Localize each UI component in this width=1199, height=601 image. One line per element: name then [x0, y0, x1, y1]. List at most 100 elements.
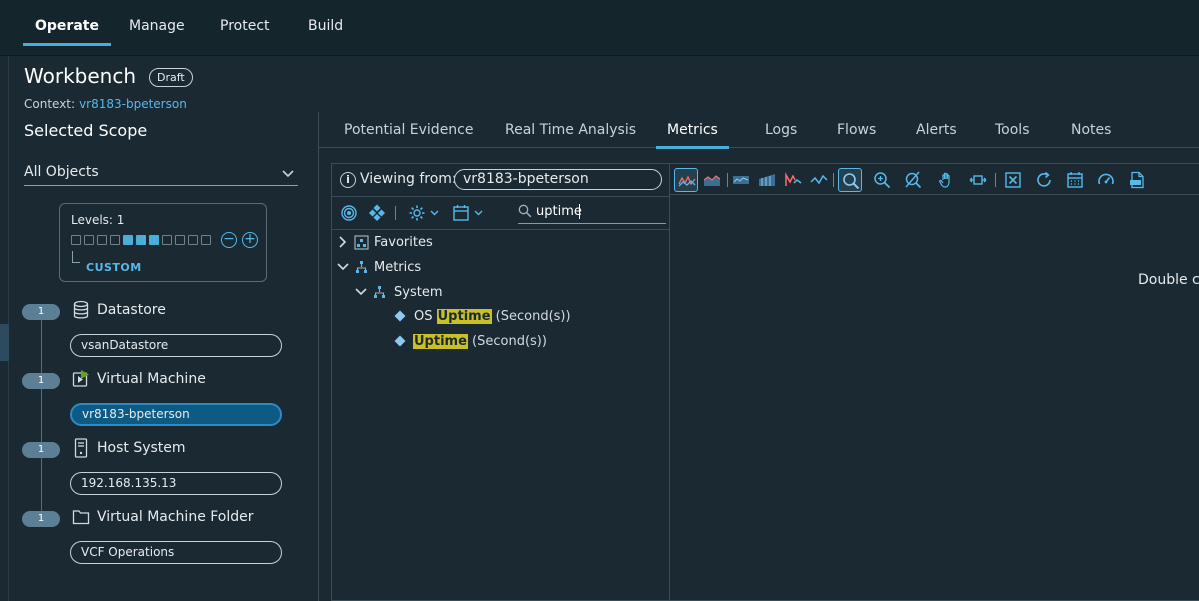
toolbar-separator — [727, 173, 728, 187]
levels-label: Levels: 1 — [71, 213, 125, 227]
tree-node-metrics[interactable]: Metrics — [337, 258, 637, 278]
tree-node-label: Metrics — [374, 260, 422, 275]
line-chart-icon — [678, 175, 696, 187]
export-excel-button[interactable] — [1001, 168, 1025, 192]
virtual-machine-icon — [72, 370, 89, 387]
tab-real-time-analysis[interactable]: Real Time Analysis — [505, 122, 636, 138]
tab-tools[interactable]: Tools — [995, 122, 1030, 138]
scope-dropdown-value: All Objects — [24, 164, 99, 180]
scope-item-field-selected[interactable]: vr8183-bpeterson — [70, 403, 282, 426]
datastore-icon — [73, 300, 89, 319]
chevron-right-icon[interactable] — [337, 235, 349, 249]
metric-group-icon — [356, 261, 367, 273]
nav-tab-operate[interactable]: Operate — [23, 0, 111, 56]
target-icon[interactable] — [340, 204, 358, 222]
refresh-icon — [1037, 171, 1051, 187]
line-chart-button[interactable] — [674, 168, 698, 192]
excel-icon — [1005, 172, 1021, 188]
dashboard-button[interactable] — [1094, 168, 1118, 192]
search-icon — [518, 204, 532, 218]
stacked-chart-button[interactable] — [700, 168, 724, 192]
context-link[interactable]: vr8183-bpeterson — [79, 97, 187, 111]
level-square[interactable] — [97, 235, 107, 245]
tab-metrics[interactable]: Metrics — [656, 122, 729, 149]
viewing-from-row: i Viewing from: vr8183-bpeterson — [332, 164, 669, 197]
tab-flows[interactable]: Flows — [837, 122, 876, 138]
levels-control: Levels: 1 − + CUSTOM — [59, 203, 267, 282]
tab-potential-evidence[interactable]: Potential Evidence — [344, 122, 474, 138]
count-badge: 1 — [22, 373, 60, 389]
level-square[interactable] — [162, 235, 172, 245]
context-line: Context: vr8183-bpeterson — [24, 97, 187, 111]
scope-dropdown[interactable]: All Objects — [24, 164, 298, 186]
viewing-from-field[interactable]: vr8183-bpeterson — [454, 169, 662, 190]
level-increase-icon[interactable]: + — [242, 232, 258, 248]
metric-diamond-icon — [394, 335, 406, 347]
bar-chart-button[interactable] — [729, 168, 753, 192]
scope-item-datastore: 1 Datastore vsanDatastore — [22, 300, 292, 362]
scope-item-label: Host System — [97, 440, 186, 456]
hierarchy-icon[interactable] — [368, 204, 386, 222]
leaf-unit: (Second(s)) — [495, 309, 571, 324]
calendar-button[interactable] — [1063, 168, 1087, 192]
chevron-down-icon[interactable] — [354, 286, 368, 298]
scope-item-virtual-machine: 1 Virtual Machine vr8183-bpeterson — [22, 370, 292, 431]
area-chart-button[interactable] — [755, 168, 779, 192]
refresh-button[interactable] — [1032, 168, 1056, 192]
level-square[interactable] — [110, 235, 120, 245]
level-square[interactable] — [175, 235, 185, 245]
export-pdf-button[interactable] — [1125, 168, 1149, 192]
level-decrease-icon[interactable]: − — [221, 232, 237, 248]
scope-item-field[interactable]: VCF Operations — [70, 541, 282, 564]
level-square-active[interactable] — [149, 235, 159, 245]
sparkline-button[interactable] — [807, 168, 831, 192]
hand-icon — [939, 172, 950, 188]
level-square-active[interactable] — [123, 235, 133, 245]
leaf-unit: (Second(s)) — [472, 334, 547, 349]
settings-dropdown-icon[interactable] — [408, 204, 442, 222]
trend-chart-button[interactable] — [781, 168, 805, 192]
tab-notes[interactable]: Notes — [1071, 122, 1111, 138]
count-badge: 1 — [22, 304, 60, 320]
scope-item-label: Datastore — [97, 302, 166, 318]
scope-item-field[interactable]: 192.168.135.13 — [70, 472, 282, 495]
nav-tab-manage[interactable]: Manage — [129, 0, 185, 56]
level-square[interactable] — [188, 235, 198, 245]
gauge-icon — [1098, 173, 1114, 185]
scope-title: Selected Scope — [24, 121, 148, 140]
info-icon: i — [340, 172, 356, 188]
tree-leaf-uptime[interactable]: Uptime (Second(s)) — [394, 332, 654, 352]
magnifier-icon — [843, 173, 860, 190]
toolbar-separator — [995, 173, 996, 187]
tree-leaf-os-uptime[interactable]: OS Uptime (Second(s)) — [394, 307, 654, 327]
toolbar-separator — [395, 206, 396, 220]
zoom-in-button[interactable] — [870, 168, 894, 192]
folder-icon — [72, 510, 90, 525]
metrics-panel-divider[interactable] — [669, 163, 670, 601]
nav-tab-build[interactable]: Build — [308, 0, 343, 56]
pan-button[interactable] — [935, 168, 959, 192]
metric-tree-toolbar: uptime — [332, 198, 669, 230]
bar-chart-icon — [733, 176, 749, 184]
stacked-chart-icon — [703, 175, 721, 186]
metric-search-value: uptime — [536, 204, 582, 219]
scope-item-host-system: 1 Host System 192.168.135.13 — [22, 438, 292, 500]
level-square[interactable] — [71, 235, 81, 245]
scope-item-field[interactable]: vsanDatastore — [70, 334, 282, 357]
fit-button[interactable] — [966, 168, 990, 192]
chevron-down-icon[interactable] — [336, 261, 350, 273]
tab-alerts[interactable]: Alerts — [916, 122, 957, 138]
calendar-dropdown-icon[interactable] — [452, 204, 486, 222]
tree-node-system[interactable]: System — [355, 283, 635, 303]
level-square[interactable] — [201, 235, 211, 245]
level-square[interactable] — [84, 235, 94, 245]
reset-zoom-button[interactable] — [901, 168, 925, 192]
custom-levels-link[interactable]: CUSTOM — [86, 261, 142, 274]
tab-logs[interactable]: Logs — [765, 122, 797, 138]
nav-tab-protect[interactable]: Protect — [220, 0, 270, 56]
viewing-from-label: Viewing from: — [360, 171, 457, 187]
tree-node-favorites[interactable]: Favorites — [337, 233, 637, 253]
zoom-select-button[interactable] — [838, 168, 862, 192]
level-square-active[interactable] — [136, 235, 146, 245]
zoom-in-icon — [874, 172, 891, 189]
